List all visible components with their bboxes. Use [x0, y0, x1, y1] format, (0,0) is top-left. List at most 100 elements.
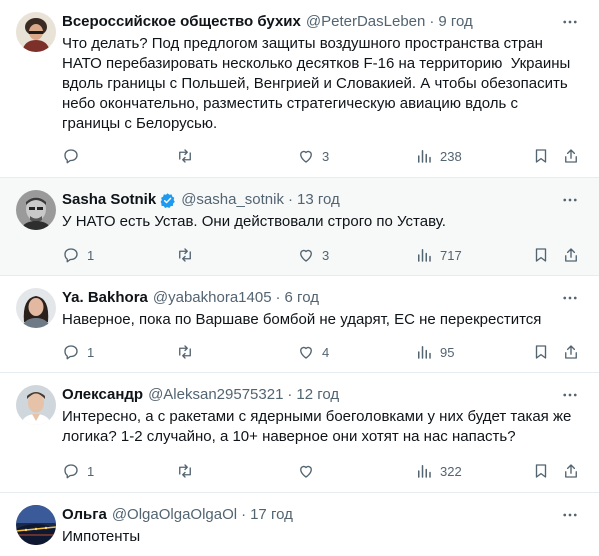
views-button[interactable]: 238: [415, 146, 462, 166]
retweet-icon: [179, 345, 191, 359]
share-icon: [565, 345, 577, 359]
views-button[interactable]: 322: [415, 461, 462, 481]
reply-count: 1: [87, 247, 95, 263]
bookmark-button[interactable]: [532, 245, 550, 265]
more-horizontal-icon: [563, 393, 577, 397]
reply-count: 1: [87, 463, 95, 479]
like-button[interactable]: [297, 461, 322, 481]
tweet-header: Всероссийское общество бухих @PeterDasLe…: [62, 12, 583, 32]
heart-icon: [300, 249, 312, 262]
separator-dot: ·: [275, 289, 281, 306]
tweet-text: Наверное, пока по Варшаве бомбой не удар…: [62, 311, 542, 328]
timestamp[interactable]: 9 год: [438, 12, 472, 32]
author-handle[interactable]: @PeterDasLeben: [306, 12, 425, 32]
separator-dot: ·: [241, 506, 247, 523]
tweet[interactable]: Всероссийское общество бухих @PeterDasLe…: [0, 0, 599, 178]
share-icon: [565, 464, 577, 478]
more-options-button[interactable]: [559, 288, 581, 308]
views-icon: [418, 346, 431, 359]
like-count: 3: [322, 148, 330, 164]
bookmark-button[interactable]: [532, 146, 550, 166]
reply-button[interactable]: [62, 146, 87, 166]
views-icon: [418, 465, 431, 478]
tweet[interactable]: Sasha Sotnik @sasha_sotnik · 13 год У НА…: [0, 178, 599, 276]
like-count: 3: [322, 247, 330, 263]
avatar[interactable]: [16, 505, 56, 545]
retweet-button[interactable]: [176, 245, 201, 265]
heart-icon: [300, 150, 312, 163]
like-count: 4: [322, 344, 330, 360]
author-handle[interactable]: @OlgaOlgaOlgaOl: [112, 505, 237, 525]
avatar[interactable]: [16, 12, 56, 52]
share-button[interactable]: [562, 245, 580, 265]
timestamp[interactable]: 13 год: [297, 190, 340, 210]
heart-icon: [300, 346, 312, 359]
author-name[interactable]: Ольга: [62, 505, 107, 525]
reply-button[interactable]: 1: [62, 245, 94, 265]
more-options-button[interactable]: [559, 190, 581, 210]
more-horizontal-icon: [563, 198, 577, 202]
more-options-button[interactable]: [559, 12, 581, 32]
bookmark-button[interactable]: [532, 342, 550, 362]
reply-button[interactable]: 1: [62, 342, 94, 362]
more-horizontal-icon: [563, 296, 577, 300]
tweet[interactable]: Олександр @Aleksan29575321 · 12 год Инте…: [0, 373, 599, 493]
bookmark-icon: [535, 345, 547, 359]
retweet-icon: [179, 149, 191, 163]
tweet[interactable]: Ольга @OlgaOlgaOlgaOl · 17 год Импотенты: [0, 493, 599, 556]
view-count: 238: [440, 148, 462, 164]
avatar[interactable]: [16, 385, 56, 425]
author-name[interactable]: Всероссийское общество бухих: [62, 12, 301, 32]
view-count: 717: [440, 247, 462, 263]
more-options-button[interactable]: [559, 385, 581, 405]
share-icon: [565, 149, 577, 163]
separator-dot: ·: [287, 386, 293, 403]
reply-feed: Всероссийское общество бухих @PeterDasLe…: [0, 0, 599, 556]
tweet-header: Ольга @OlgaOlgaOlgaOl · 17 год: [62, 505, 583, 525]
author-handle[interactable]: @yabakhora1405: [153, 288, 272, 308]
timestamp[interactable]: 6 год: [285, 288, 319, 308]
heart-icon: [300, 465, 312, 478]
avatar[interactable]: [16, 190, 56, 230]
verified-badge-icon: [159, 192, 176, 209]
tweet[interactable]: Ya. Bakhora @yabakhora1405 · 6 год Навер…: [0, 276, 599, 373]
views-button[interactable]: 717: [415, 245, 462, 265]
bookmark-button[interactable]: [532, 461, 550, 481]
tweet-header: Sasha Sotnik @sasha_sotnik · 13 год: [62, 190, 583, 210]
more-horizontal-icon: [563, 513, 577, 517]
retweet-button[interactable]: [176, 461, 201, 481]
author-name[interactable]: Sasha Sotnik: [62, 190, 156, 210]
bookmark-icon: [535, 464, 547, 478]
like-button[interactable]: 3: [297, 146, 329, 166]
author-name[interactable]: Олександр: [62, 385, 143, 405]
action-bar: 1 3 717: [62, 245, 583, 265]
action-bar: 1 4 95: [62, 342, 583, 362]
reply-button[interactable]: 1: [62, 461, 94, 481]
separator-dot: ·: [429, 13, 435, 30]
author-handle[interactable]: @Aleksan29575321: [148, 385, 283, 405]
more-options-button[interactable]: [559, 505, 581, 525]
tweet-text: Импотенты: [62, 528, 141, 545]
tweet-text: Что делать? Под предлогом защиты воздушн…: [62, 35, 571, 132]
retweet-button[interactable]: [176, 146, 201, 166]
view-count: 95: [440, 344, 455, 360]
like-button[interactable]: 3: [297, 245, 329, 265]
timestamp[interactable]: 17 год: [250, 505, 293, 525]
bookmark-icon: [535, 149, 547, 163]
author-handle[interactable]: @sasha_sotnik: [181, 190, 284, 210]
author-name[interactable]: Ya. Bakhora: [62, 288, 148, 308]
reply-icon: [64, 464, 78, 479]
avatar[interactable]: [16, 288, 56, 328]
retweet-icon: [179, 464, 191, 478]
share-button[interactable]: [562, 461, 580, 481]
share-button[interactable]: [562, 342, 580, 362]
retweet-button[interactable]: [176, 342, 201, 362]
view-count: 322: [440, 463, 462, 479]
share-button[interactable]: [562, 146, 580, 166]
reply-count: 1: [87, 344, 95, 360]
like-button[interactable]: 4: [297, 342, 329, 362]
tweet-header: Ya. Bakhora @yabakhora1405 · 6 год: [62, 288, 583, 308]
timestamp[interactable]: 12 год: [296, 385, 339, 405]
views-button[interactable]: 95: [415, 342, 454, 362]
bookmark-icon: [535, 248, 547, 262]
